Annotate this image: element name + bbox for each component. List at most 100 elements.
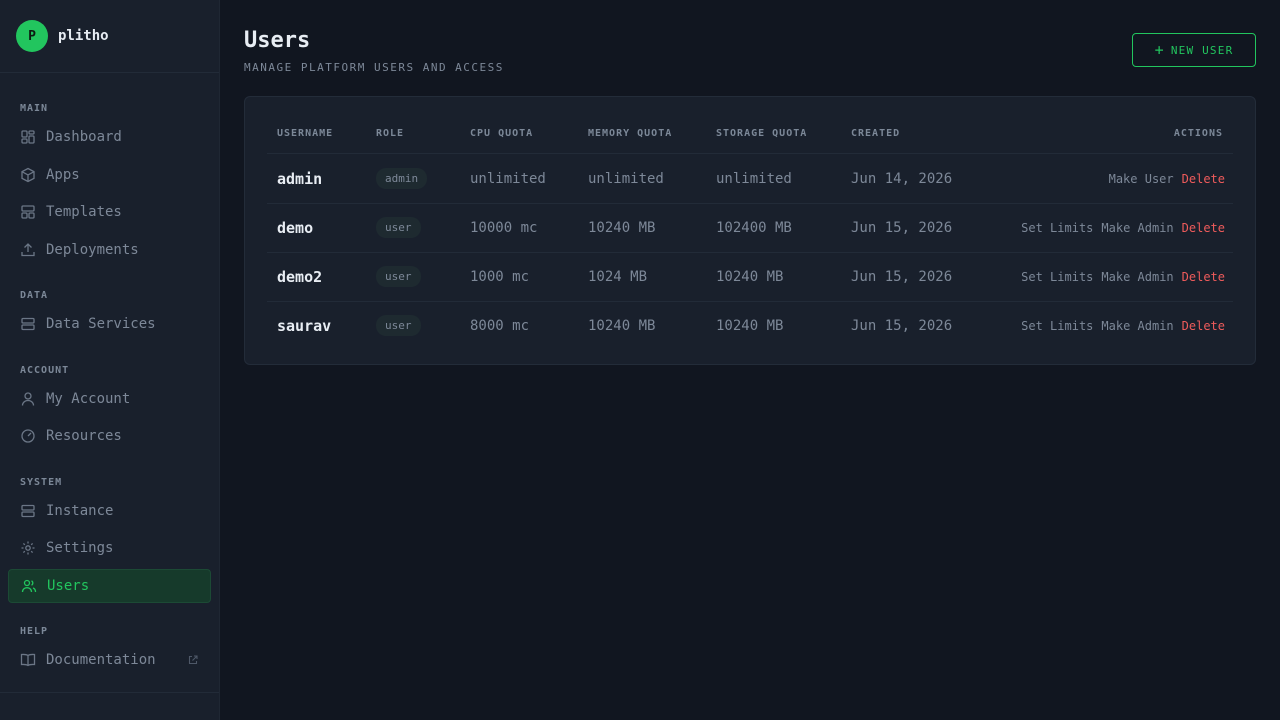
role-cell: admin	[376, 154, 428, 203]
delete-button[interactable]: Delete	[1182, 172, 1225, 186]
row-actions: Set Limits Make Admin Delete	[1021, 252, 1225, 301]
database-icon	[20, 316, 36, 332]
brand-name: plitho	[58, 28, 109, 44]
table-row: saurav user 8000 mc 10240 MB 10240 MB Ju…	[245, 301, 1257, 350]
section-label-help: HELP	[20, 626, 49, 637]
make-admin-button[interactable]: Make Admin	[1101, 270, 1173, 284]
sidebar-item-label: Documentation	[46, 652, 156, 668]
upload-icon	[20, 242, 36, 258]
created-cell: Jun 15, 2026	[851, 268, 953, 285]
table-row: demo user 10000 mc 10240 MB 102400 MB Ju…	[245, 203, 1257, 252]
users-icon	[21, 578, 37, 594]
role-badge: user	[376, 266, 421, 287]
dashboard-icon	[20, 129, 36, 145]
users-table: USERNAME ROLE CPU QUOTA MEMORY QUOTA STO…	[244, 96, 1256, 365]
sidebar-item-users[interactable]: Users	[8, 569, 211, 603]
sidebar-item-templates[interactable]: Templates	[8, 195, 211, 229]
sidebar-item-dashboard[interactable]: Dashboard	[8, 120, 211, 154]
sidebar-item-my-account[interactable]: My Account	[8, 382, 211, 416]
role-badge: user	[376, 315, 421, 336]
username-cell: admin	[277, 169, 323, 188]
memory-quota-cell: 10240 MB	[588, 317, 656, 334]
storage-quota-cell: 102400 MB	[716, 219, 792, 236]
table-row: demo2 user 1000 mc 1024 MB 10240 MB Jun …	[245, 252, 1257, 301]
delete-button[interactable]: Delete	[1182, 221, 1225, 235]
cpu-quota-cell: 8000 mc	[470, 317, 530, 334]
sidebar: P plitho MAIN Dashboard Apps Templates D…	[0, 0, 220, 720]
gauge-icon	[20, 428, 36, 444]
external-link-icon	[187, 654, 199, 666]
section-label-system: SYSTEM	[20, 477, 63, 488]
sidebar-item-instance[interactable]: Instance	[8, 494, 211, 528]
column-header-storage-quota: STORAGE QUOTA	[716, 128, 808, 139]
column-header-created: CREATED	[851, 128, 901, 139]
section-label-main: MAIN	[20, 103, 49, 114]
make-admin-button[interactable]: Make Admin	[1101, 221, 1173, 235]
storage-quota-cell: 10240 MB	[716, 268, 784, 285]
sidebar-item-apps[interactable]: Apps	[8, 158, 211, 192]
sidebar-item-documentation[interactable]: Documentation	[8, 643, 211, 677]
sidebar-item-label: Data Services	[46, 316, 156, 332]
cpu-quota-cell: 1000 mc	[470, 268, 530, 285]
username-cell: demo	[277, 218, 314, 237]
column-header-cpu-quota: CPU QUOTA	[470, 128, 534, 139]
created-cell: Jun 14, 2026	[851, 170, 953, 187]
cpu-quota-cell: unlimited	[470, 170, 546, 187]
delete-button[interactable]: Delete	[1182, 319, 1225, 333]
sidebar-item-settings[interactable]: Settings	[8, 531, 211, 565]
memory-quota-cell: 1024 MB	[588, 268, 648, 285]
cpu-quota-cell: 10000 mc	[470, 219, 538, 236]
role-badge: admin	[376, 168, 428, 189]
table-row: admin admin unlimited unlimited unlimite…	[245, 154, 1257, 203]
sidebar-item-deployments[interactable]: Deployments	[8, 233, 211, 267]
sidebar-item-label: Settings	[46, 540, 114, 556]
row-actions: Make User Delete	[1109, 154, 1225, 203]
book-icon	[20, 652, 36, 668]
brand[interactable]: P plitho	[0, 0, 219, 73]
user-icon	[20, 391, 36, 407]
delete-button[interactable]: Delete	[1182, 270, 1225, 284]
new-user-button[interactable]: + NEW USER	[1132, 33, 1256, 67]
section-label-account: ACCOUNT	[20, 365, 70, 376]
section-label-data: DATA	[20, 290, 49, 301]
role-cell: user	[376, 301, 421, 350]
column-header-role: ROLE	[376, 128, 405, 139]
sidebar-item-resources[interactable]: Resources	[8, 419, 211, 453]
sidebar-item-label: Dashboard	[46, 129, 122, 145]
role-badge: user	[376, 217, 421, 238]
role-cell: user	[376, 252, 421, 301]
username-cell: demo2	[277, 267, 323, 286]
sidebar-item-label: Users	[47, 578, 90, 594]
sidebar-item-label: Deployments	[46, 242, 139, 258]
sidebar-item-label: Instance	[46, 503, 114, 519]
page-subtitle: MANAGE PLATFORM USERS AND ACCESS	[244, 61, 504, 74]
column-header-memory-quota: MEMORY QUOTA	[588, 128, 673, 139]
created-cell: Jun 15, 2026	[851, 219, 953, 236]
username-cell: saurav	[277, 316, 332, 335]
sidebar-item-label: Templates	[46, 204, 122, 220]
layout-icon	[20, 204, 36, 220]
sidebar-item-label: Apps	[46, 167, 80, 183]
make-admin-button[interactable]: Make Admin	[1101, 319, 1173, 333]
brand-logo: P	[16, 20, 48, 52]
set-limits-button[interactable]: Set Limits	[1021, 319, 1093, 333]
memory-quota-cell: 10240 MB	[588, 219, 656, 236]
page-title: Users	[244, 28, 311, 53]
column-header-actions: ACTIONS	[1173, 128, 1223, 139]
role-cell: user	[376, 203, 421, 252]
make-user-button[interactable]: Make User	[1109, 172, 1174, 186]
sidebar-item-data-services[interactable]: Data Services	[8, 307, 211, 341]
set-limits-button[interactable]: Set Limits	[1021, 270, 1093, 284]
sidebar-item-label: My Account	[46, 391, 131, 407]
row-actions: Set Limits Make Admin Delete	[1021, 203, 1225, 252]
sidebar-item-label: Resources	[46, 428, 122, 444]
row-actions: Set Limits Make Admin Delete	[1021, 301, 1225, 350]
gear-icon	[20, 540, 36, 556]
memory-quota-cell: unlimited	[588, 170, 664, 187]
storage-quota-cell: unlimited	[716, 170, 792, 187]
plus-icon: +	[1154, 40, 1165, 59]
new-user-label: NEW USER	[1170, 43, 1234, 57]
set-limits-button[interactable]: Set Limits	[1021, 221, 1093, 235]
created-cell: Jun 15, 2026	[851, 317, 953, 334]
box-icon	[20, 167, 36, 183]
